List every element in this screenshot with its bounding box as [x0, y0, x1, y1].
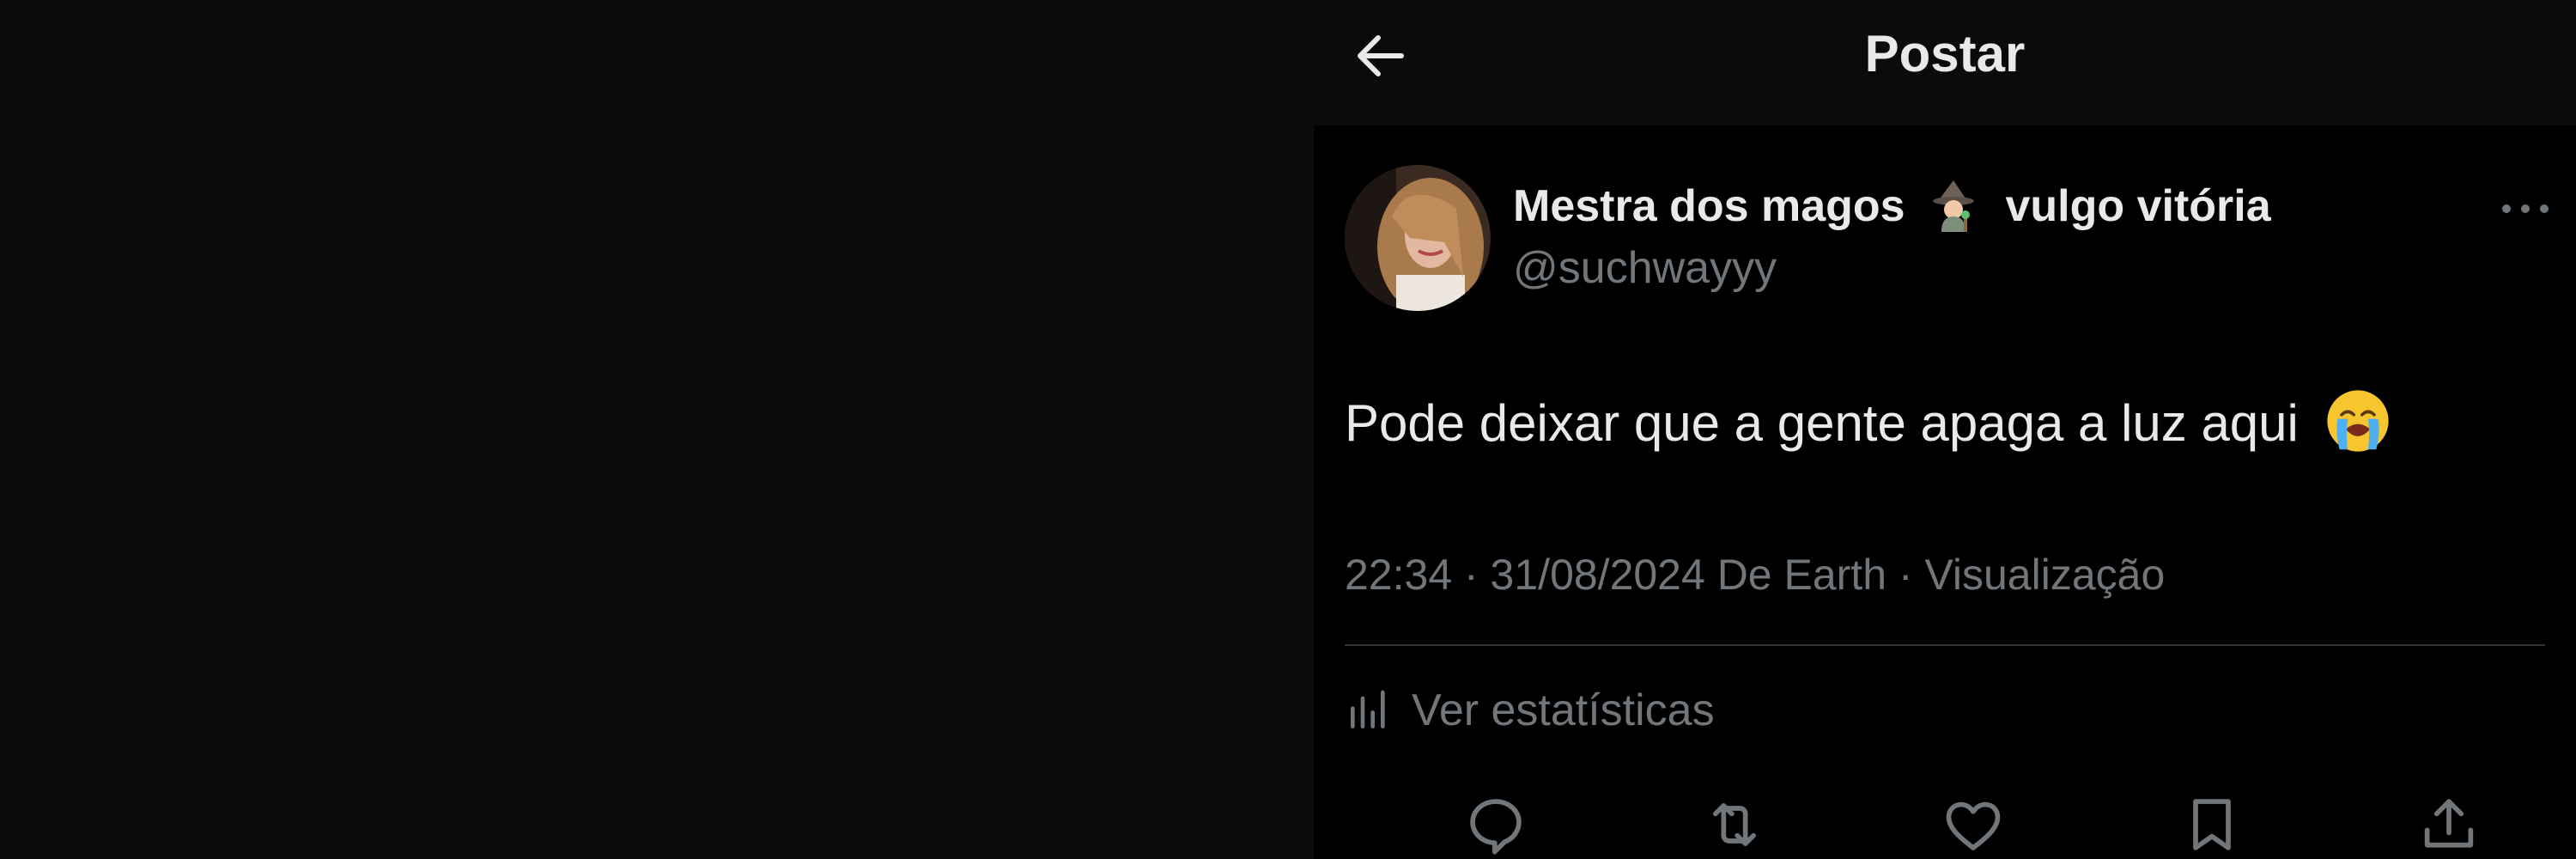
post-detail-screen: Postar Mestra dos magos vulgo vitória @s…: [1314, 0, 2576, 859]
page-title: Postar: [1864, 25, 2026, 82]
woman-mage-emoji-icon: [1926, 177, 1981, 233]
bar-chart-icon: [1351, 690, 1385, 728]
post-body: Pode deixar que a gente apaga a luz aqui: [1345, 390, 2391, 454]
author-handle[interactable]: @suchwayyy: [1513, 242, 1777, 294]
comment-icon: [1470, 799, 1522, 855]
repost-icon: [1712, 802, 1757, 847]
avatar[interactable]: [1345, 165, 1491, 311]
share-button[interactable]: [2415, 790, 2483, 859]
loudly-crying-face-emoji-icon: [2325, 388, 2391, 454]
divider: [1345, 644, 2545, 646]
empty-left-panel: [0, 0, 1314, 859]
display-name-suffix: vulgo vitória: [2005, 181, 2271, 231]
repost-button[interactable]: [1700, 790, 1769, 859]
top-bar: Postar: [1314, 0, 2576, 125]
more-options-button[interactable]: [2495, 187, 2555, 230]
view-stats-button[interactable]: Ver estatísticas: [1345, 680, 1715, 740]
post-text: Pode deixar que a gente apaga a luz aqui: [1345, 394, 2299, 452]
bookmark-button[interactable]: [2178, 790, 2246, 859]
view-stats-label: Ver estatísticas: [1412, 685, 1715, 735]
post-metadata: 22:34 · 31/08/2024 De Earth · Visualizaç…: [1345, 551, 2166, 599]
like-button[interactable]: [1939, 790, 2008, 859]
heart-icon: [1946, 801, 2001, 850]
display-name-text: Mestra dos magos: [1513, 181, 1905, 231]
more-dots-icon: [2502, 204, 2549, 213]
bookmark-icon: [2193, 799, 2231, 850]
reply-button[interactable]: [1461, 790, 1530, 859]
share-icon: [2424, 799, 2474, 848]
author-display-name[interactable]: Mestra dos magos vulgo vitória: [1513, 177, 2271, 233]
